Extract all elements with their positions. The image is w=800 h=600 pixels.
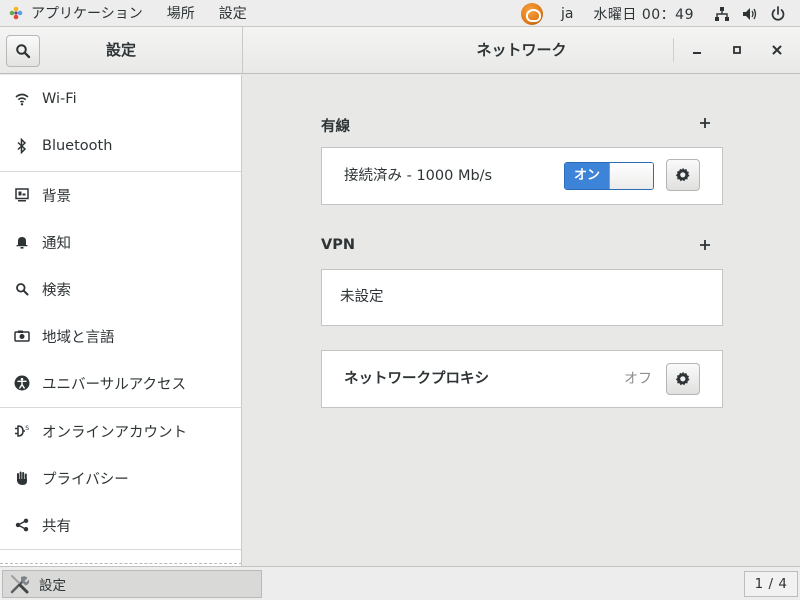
region-icon xyxy=(14,328,30,344)
sidebar-item-notifications[interactable]: 通知 xyxy=(0,219,241,265)
applications-menu-label: アプリケーション xyxy=(31,6,143,22)
power-icon[interactable] xyxy=(770,5,786,22)
sidebar-item-sharing[interactable]: 共有 xyxy=(0,502,241,548)
maximize-icon xyxy=(733,46,741,54)
sidebar: Wi-Fi Bluetooth 背景 通知 検索 地域と言語 ユニバーサルアクセ… xyxy=(0,75,242,566)
proxy-status: オフ xyxy=(624,371,652,387)
sidebar-item-accessibility[interactable]: ユニバーサルアクセス xyxy=(0,360,241,406)
switch-knob xyxy=(609,163,653,189)
system-tray: ja 水曜日 00：49 xyxy=(520,0,800,27)
accessibility-icon xyxy=(14,375,30,391)
sidebar-item-label: 通知 xyxy=(42,235,71,252)
network-proxy-row[interactable]: ネットワークプロキシ オフ xyxy=(321,350,723,408)
switch-on-label: オン xyxy=(565,163,609,189)
sidebar-item-label: Wi-Fi xyxy=(42,91,77,107)
hand-icon xyxy=(14,470,30,486)
background-icon xyxy=(14,187,30,203)
settings-menu[interactable]: 設定 xyxy=(219,0,271,27)
input-method-icon[interactable] xyxy=(520,2,543,25)
close-icon xyxy=(772,45,782,55)
window-header: 設定 ネットワーク xyxy=(0,27,800,74)
vpn-empty-label: 未設定 xyxy=(340,289,384,305)
places-menu-label: 場所 xyxy=(166,6,195,22)
share-icon xyxy=(14,517,30,533)
sidebar-item-label: 検索 xyxy=(42,282,71,299)
sidebar-item-label: 背景 xyxy=(42,188,71,205)
sidebar-scroll-edge xyxy=(0,563,241,564)
network-wired-icon[interactable] xyxy=(714,6,730,22)
online-accounts-icon: S xyxy=(14,423,30,439)
wifi-icon xyxy=(14,91,30,107)
places-menu[interactable]: 場所 xyxy=(167,0,219,27)
sidebar-item-label: Bluetooth xyxy=(42,138,113,154)
sidebar-item-online-accounts[interactable]: S オンラインアカウント xyxy=(0,408,241,454)
close-button[interactable] xyxy=(767,40,787,60)
sidebar-item-label: ユニバーサルアクセス xyxy=(42,376,186,393)
workspace-pager[interactable]: 1 / 4 xyxy=(744,571,798,597)
sidebar-item-background[interactable]: 背景 xyxy=(0,172,241,218)
settings-tools-icon xyxy=(10,575,30,594)
search-button[interactable] xyxy=(6,35,40,67)
plus-icon xyxy=(700,118,710,128)
wired-section-title: 有線 xyxy=(321,119,350,135)
top-panel: アプリケーション 場所 設定 ja 水曜日 00：49 xyxy=(0,0,800,27)
minimize-button[interactable] xyxy=(687,40,707,60)
proxy-label: ネットワークプロキシ xyxy=(344,371,489,387)
sidebar-item-label: 地域と言語 xyxy=(42,329,115,346)
wired-settings-button[interactable] xyxy=(666,159,700,191)
volume-icon[interactable] xyxy=(742,6,758,22)
add-wired-button[interactable] xyxy=(695,113,715,133)
sidebar-item-privacy[interactable]: プライバシー xyxy=(0,455,241,501)
search-icon xyxy=(16,44,31,59)
clock[interactable]: 水曜日 00：49 xyxy=(593,4,694,24)
proxy-settings-button[interactable] xyxy=(666,363,700,395)
svg-text:S: S xyxy=(25,425,29,432)
applications-menu[interactable]: アプリケーション xyxy=(0,0,167,27)
add-vpn-button[interactable] xyxy=(695,235,715,255)
wired-connection-row: 接続済み - 1000 Mb/s オン xyxy=(321,147,723,205)
taskbar-item-settings[interactable]: 設定 xyxy=(2,570,262,598)
plus-icon xyxy=(700,240,710,250)
input-language[interactable]: ja xyxy=(561,6,573,22)
bell-icon xyxy=(14,234,30,250)
page-title: ネットワーク xyxy=(476,41,567,59)
sidebar-item-label: 共有 xyxy=(42,518,71,535)
sidebar-item-search[interactable]: 検索 xyxy=(0,266,241,312)
applications-icon xyxy=(9,6,23,20)
sidebar-item-label: プライバシー xyxy=(42,471,129,488)
maximize-button[interactable] xyxy=(727,40,747,60)
sidebar-divider xyxy=(0,549,241,550)
sidebar-item-wifi[interactable]: Wi-Fi xyxy=(0,76,241,122)
network-panel: 有線 接続済み - 1000 Mb/s オン VPN 未設定 ネットワークプロキ… xyxy=(243,75,800,566)
gear-icon xyxy=(675,371,690,386)
wired-toggle-switch[interactable]: オン xyxy=(564,162,654,190)
sidebar-item-bluetooth[interactable]: Bluetooth xyxy=(0,123,241,169)
settings-menu-label: 設定 xyxy=(218,6,247,22)
sidebar-item-label: オンラインアカウント xyxy=(42,424,187,441)
vpn-section-title: VPN xyxy=(321,237,355,253)
bluetooth-icon xyxy=(14,138,30,154)
window-controls-divider xyxy=(673,38,674,62)
minimize-icon xyxy=(693,52,701,54)
sidebar-item-region[interactable]: 地域と言語 xyxy=(0,313,241,359)
wired-status: 接続済み - 1000 Mb/s xyxy=(344,168,493,184)
gear-icon xyxy=(675,167,690,182)
bottom-panel: 設定 1 / 4 xyxy=(0,566,800,600)
vpn-list: 未設定 xyxy=(321,269,723,326)
taskbar-item-label: 設定 xyxy=(39,578,66,594)
search-icon xyxy=(14,281,30,297)
